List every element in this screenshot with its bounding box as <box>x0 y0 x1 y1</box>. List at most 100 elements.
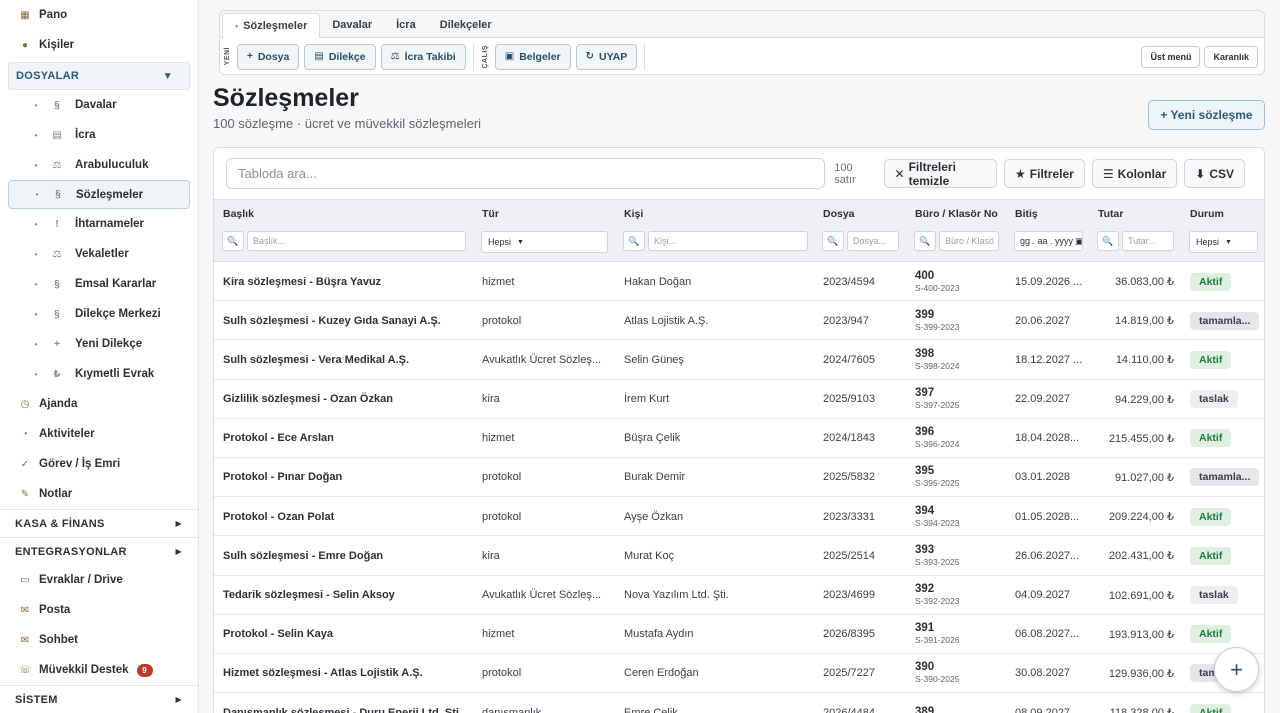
table-row[interactable]: Protokol - Selin Kaya hizmet Mustafa Aydın… <box>214 615 1264 654</box>
filter-durum-select[interactable]: Hepsi ▼ <box>1189 231 1258 253</box>
col-header-baslik[interactable]: Başlık <box>223 208 254 220</box>
belgeler-button[interactable]: ▣ Belgeler <box>494 43 571 70</box>
i-cra-takibi-button[interactable]: ⚖ İcra Takibi <box>380 43 466 70</box>
cell-dosya[interactable]: 2025/2514 <box>823 536 908 575</box>
tab-i-cra[interactable]: İcra <box>384 13 428 37</box>
csv-button[interactable]: ⬇ CSV <box>1184 159 1245 188</box>
col-header-bitis[interactable]: Bitiş <box>1015 208 1038 220</box>
section-sistem[interactable]: SİSTEM ▶ <box>0 685 198 713</box>
sidebar-item-pano[interactable]: ▦ Pano <box>0 0 198 30</box>
section-dosyalar[interactable]: DOSYALAR ▼ <box>8 62 190 90</box>
cell-baslik[interactable]: Sulh sözleşmesi - Vera Medikal A.Ş. <box>223 340 473 379</box>
st-men-button[interactable]: Üst menü <box>1141 45 1201 68</box>
tab-dilek-eler[interactable]: Dilekçeler <box>428 13 504 37</box>
filtreleri-temizle-button[interactable]: ✕ Filtreleri temizle <box>883 159 998 188</box>
search-icon[interactable]: 🔍 <box>1097 231 1119 251</box>
tab-davalar[interactable]: Davalar <box>320 13 384 37</box>
table-row[interactable]: Tedarik sözleşmesi - Selin Aksoy Avukatlı… <box>214 576 1264 615</box>
col-header-buro[interactable]: Büro / Klasör No <box>915 208 998 220</box>
cell-baslik[interactable]: Protokol - Pınar Doğan <box>223 458 473 497</box>
cell-dosya[interactable]: 2025/5832 <box>823 458 908 497</box>
cell-dosya[interactable]: 2024/1843 <box>823 419 908 458</box>
cell-baslik[interactable]: Gizlilik sözleşmesi - Ozan Özkan <box>223 380 473 419</box>
cell-dosya[interactable]: 2024/7605 <box>823 340 908 379</box>
filtreler-button[interactable]: ★ Filtreler <box>1004 159 1085 188</box>
table-row[interactable]: Protokol - Ozan Polat protokol Ayşe Özkan 2… <box>214 497 1264 537</box>
table-row[interactable]: Protokol - Pınar Doğan protokol Burak Demi… <box>214 458 1264 498</box>
cell-baslik[interactable]: Danışmanlık sözleşmesi - Duru Enerji Ltd… <box>223 693 473 713</box>
sidebar-item-dilek-e-merkezi[interactable]: • § Dilekçe Merkezi <box>0 299 198 329</box>
col-header-dosya[interactable]: Dosya <box>823 208 855 220</box>
cell-dosya[interactable]: 2023/947 <box>823 301 908 340</box>
table-row[interactable]: Sulh sözleşmesi - Kuzey Gıda Sanayi A.Ş.… <box>214 301 1264 341</box>
search-icon[interactable]: 🔍 <box>222 231 244 251</box>
table-row[interactable]: Danışmanlık sözleşmesi - Duru Enerji Ltd… <box>214 693 1264 713</box>
cell-baslik[interactable]: Kira sözleşmesi - Büşra Yavuz <box>223 262 473 301</box>
search-icon[interactable]: 🔍 <box>822 231 844 251</box>
uyap-button[interactable]: ↻ UYAP <box>575 43 638 70</box>
table-row[interactable]: Gizlilik sözleşmesi - Ozan Özkan kira İrem… <box>214 380 1264 419</box>
search-icon[interactable]: 🔍 <box>914 231 936 251</box>
filter-baslik-input[interactable]: Başlık... <box>247 231 466 251</box>
table-row[interactable]: Sulh sözleşmesi - Vera Medikal A.Ş. Avuka… <box>214 340 1264 380</box>
kolonlar-button[interactable]: ☰ Kolonlar <box>1091 159 1178 188</box>
cell-dosya[interactable]: 2026/4484 <box>823 693 908 713</box>
sidebar-item-davalar[interactable]: • § Davalar <box>0 90 198 120</box>
sidebar-item-g-rev-i-emri[interactable]: ✓ Görev / İş Emri <box>0 449 198 479</box>
col-header-tur[interactable]: Tür <box>482 208 499 220</box>
cell-baslik[interactable]: Protokol - Selin Kaya <box>223 615 473 654</box>
section-entegrasyonlar[interactable]: ENTEGRASYONLAR ▶ <box>0 537 198 565</box>
cell-baslik[interactable]: Hizmet sözleşmesi - Atlas Lojistik A.Ş. <box>223 654 473 693</box>
filter-tutar-input[interactable]: Tutar... <box>1122 231 1174 251</box>
col-header-tutar[interactable]: Tutar <box>1098 208 1123 220</box>
sidebar-item-i-htarnameler[interactable]: •! İhtarnameler <box>0 209 198 239</box>
tab-s-zle-meler[interactable]: • Sözleşmeler <box>222 13 321 38</box>
new-contract-button[interactable]: + Yeni sözleşme <box>1148 100 1265 130</box>
table-row[interactable]: Hizmet sözleşmesi - Atlas Lojistik A.Ş. p… <box>214 654 1264 694</box>
sidebar-item-posta[interactable]: ✉ Posta <box>0 595 198 625</box>
floating-add-button[interactable]: + <box>1214 647 1259 692</box>
sidebar-item-s-zle-meler[interactable]: • § Sözleşmeler <box>8 180 190 209</box>
filter-kisi-input[interactable]: Kişi... <box>648 231 808 251</box>
cell-baslik[interactable]: Protokol - Ece Arslan <box>223 419 473 458</box>
sidebar-item-k-ymetli-evrak[interactable]: • ₺ Kıymetli Evrak <box>0 359 198 389</box>
cell-baslik[interactable]: Sulh sözleşmesi - Emre Doğan <box>223 536 473 575</box>
table-search-input[interactable]: Tabloda ara... <box>226 158 826 189</box>
sidebar-item-m-vekkil-destek[interactable]: ☏ Müvekkil Destek 9 <box>0 655 198 685</box>
search-icon[interactable]: 🔍 <box>623 231 645 251</box>
sidebar-item-arabuluculuk[interactable]: • ⚖ Arabuluculuk <box>0 150 198 180</box>
dilek-e-button[interactable]: ▤ Dilekçe <box>304 43 376 70</box>
cell-dosya[interactable]: 2025/7227 <box>823 654 908 693</box>
cell-dosya[interactable]: 2025/9103 <box>823 380 908 419</box>
filter-bitis-date[interactable]: gg . aa . yyyy ▣ <box>1014 231 1083 251</box>
cell-dosya[interactable]: 2023/4594 <box>823 262 908 301</box>
sidebar-item-vekaletler[interactable]: • ⚖ Vekaletler <box>0 239 198 269</box>
sidebar-item-evraklar-drive[interactable]: ▭ Evraklar / Drive <box>0 565 198 595</box>
sidebar-item-yeni-dilek-e[interactable]: • + Yeni Dilekçe <box>0 329 198 359</box>
col-header-kisi[interactable]: Kişi <box>624 208 643 220</box>
filter-dosya-input[interactable]: Dosya... <box>847 231 899 251</box>
sidebar-item-ki-iler[interactable]: ● Kişiler <box>0 30 198 60</box>
sidebar-item-sohbet[interactable]: ✉ Sohbet <box>0 625 198 655</box>
table-row[interactable]: Sulh sözleşmesi - Emre Doğan kira Murat Ko… <box>214 536 1264 576</box>
sidebar-item-i-cra[interactable]: • ▤ İcra <box>0 120 198 150</box>
sidebar-item-aktiviteler[interactable]: ◔ Aktiviteler <box>0 419 198 449</box>
sidebar-item-notlar[interactable]: ✎ Notlar <box>0 479 198 509</box>
cell-baslik[interactable]: Tedarik sözleşmesi - Selin Aksoy <box>223 576 473 615</box>
cell-baslik[interactable]: Sulh sözleşmesi - Kuzey Gıda Sanayi A.Ş. <box>223 301 473 340</box>
sidebar-item-emsal-kararlar[interactable]: • § Emsal Kararlar <box>0 269 198 299</box>
cell-dosya[interactable]: 2026/8395 <box>823 615 908 654</box>
filter-tur-select[interactable]: Hepsi ▼ <box>481 231 608 253</box>
sidebar-item-ajanda[interactable]: ◷ Ajanda <box>0 389 198 419</box>
col-header-durum[interactable]: Durum <box>1190 208 1224 220</box>
filter-buro-input[interactable]: Büro / Klasö <box>939 231 999 251</box>
dosya-button[interactable]: + Dosya <box>237 43 300 70</box>
calendar-icon[interactable]: ▣ <box>1075 236 1082 247</box>
cell-dosya[interactable]: 2023/3331 <box>823 497 908 536</box>
table-row[interactable]: Protokol - Ece Arslan hizmet Büşra Çelik 20… <box>214 419 1264 458</box>
section-kasa-finans[interactable]: KASA & FİNANS ▶ <box>0 509 198 537</box>
cell-baslik[interactable]: Protokol - Ozan Polat <box>223 497 473 536</box>
cell-dosya[interactable]: 2023/4699 <box>823 576 908 615</box>
table-row[interactable]: Kira sözleşmesi - Büşra Yavuz hizmet Hakan… <box>214 262 1264 302</box>
karanl-k-button[interactable]: Karanlık <box>1204 45 1258 68</box>
